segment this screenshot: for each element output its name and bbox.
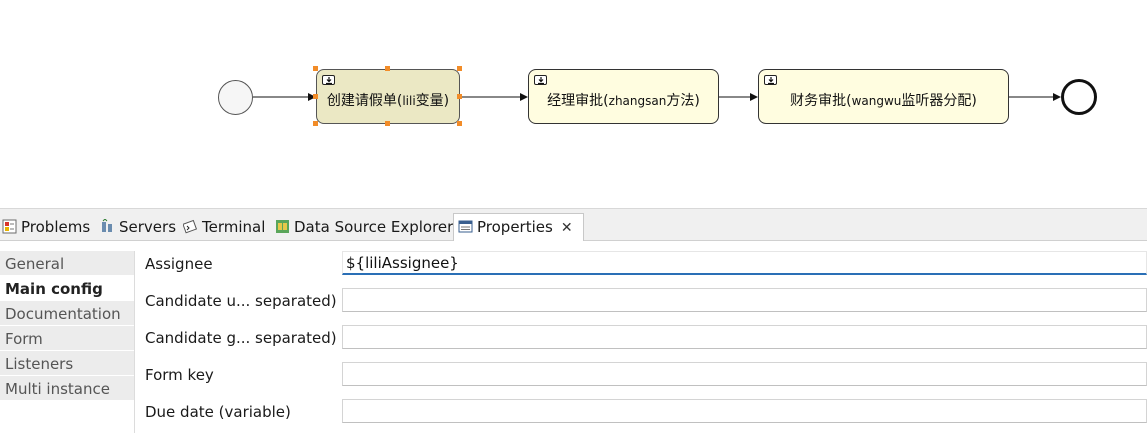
selection-handle[interactable]	[313, 94, 318, 99]
assignee-label: Assignee	[145, 255, 213, 273]
servers-icon	[102, 219, 112, 232]
candidate-groups-label: Candidate g... separated)	[145, 329, 337, 347]
terminal-icon	[183, 219, 198, 234]
views-tab-bar: Problems Servers Terminal Data Source Ex…	[0, 208, 1147, 243]
due-date-row: Due date (variable)	[145, 397, 1147, 427]
problems-icon	[2, 219, 17, 234]
tab-properties[interactable]: Properties ✕	[453, 213, 584, 243]
tab-data-source-explorer[interactable]: Data Source Explorer	[275, 214, 453, 241]
nav-item-multi-instance[interactable]: Multi instance	[0, 376, 134, 401]
divider	[134, 251, 135, 433]
user-task-icon	[322, 75, 335, 85]
end-event[interactable]	[1061, 79, 1097, 115]
task-label: 创建请假单(lili变量)	[326, 93, 450, 109]
start-event[interactable]	[218, 80, 253, 115]
bpmn-diagram-canvas[interactable]: 创建请假单(lili变量) 经理审批(zhangsan方法) 财务审批(wang…	[0, 0, 1147, 208]
form-key-input[interactable]	[342, 362, 1147, 386]
form-key-label: Form key	[145, 366, 214, 384]
selection-handle[interactable]	[313, 121, 318, 126]
selection-handle[interactable]	[457, 94, 462, 99]
assignee-input[interactable]	[342, 251, 1147, 275]
tab-terminal[interactable]: Terminal	[183, 214, 265, 241]
candidate-users-input[interactable]	[342, 288, 1147, 312]
candidate-groups-row: Candidate g... separated)	[145, 323, 1147, 353]
properties-view: General Main config Documentation Form L…	[0, 241, 1147, 433]
assignee-row: Assignee	[145, 249, 1147, 279]
nav-item-main-config[interactable]: Main config	[0, 276, 134, 301]
properties-section-nav: General Main config Documentation Form L…	[0, 251, 134, 401]
task-label: 经理审批(zhangsan方法)	[547, 93, 700, 109]
selection-handle[interactable]	[385, 66, 390, 71]
data-source-explorer-icon	[276, 220, 289, 233]
nav-item-documentation[interactable]: Documentation	[0, 301, 134, 326]
task-label: 财务审批(wangwu监听器分配)	[790, 93, 977, 109]
nav-item-form[interactable]: Form	[0, 326, 134, 351]
nav-item-listeners[interactable]: Listeners	[0, 351, 134, 376]
candidate-users-row: Candidate u... separated)	[145, 286, 1147, 316]
user-task-create-leave-request[interactable]: 创建请假单(lili变量)	[316, 69, 460, 124]
candidate-users-label: Candidate u... separated)	[145, 292, 337, 310]
user-task-icon	[534, 75, 547, 85]
user-task-finance-approval[interactable]: 财务审批(wangwu监听器分配)	[758, 69, 1009, 124]
close-icon[interactable]: ✕	[561, 220, 573, 236]
due-date-label: Due date (variable)	[145, 403, 291, 421]
user-task-icon	[764, 75, 777, 85]
selection-handle[interactable]	[457, 121, 462, 126]
user-task-manager-approval[interactable]: 经理审批(zhangsan方法)	[528, 69, 719, 124]
form-key-row: Form key	[145, 360, 1147, 390]
candidate-groups-input[interactable]	[342, 325, 1147, 349]
nav-item-general[interactable]: General	[0, 251, 134, 276]
selection-handle[interactable]	[385, 121, 390, 126]
due-date-input[interactable]	[342, 399, 1147, 423]
properties-icon	[458, 220, 473, 233]
selection-handle[interactable]	[457, 66, 462, 71]
tab-problems[interactable]: Problems	[2, 214, 90, 241]
tab-servers[interactable]: Servers	[100, 214, 176, 241]
selection-handle[interactable]	[313, 66, 318, 71]
